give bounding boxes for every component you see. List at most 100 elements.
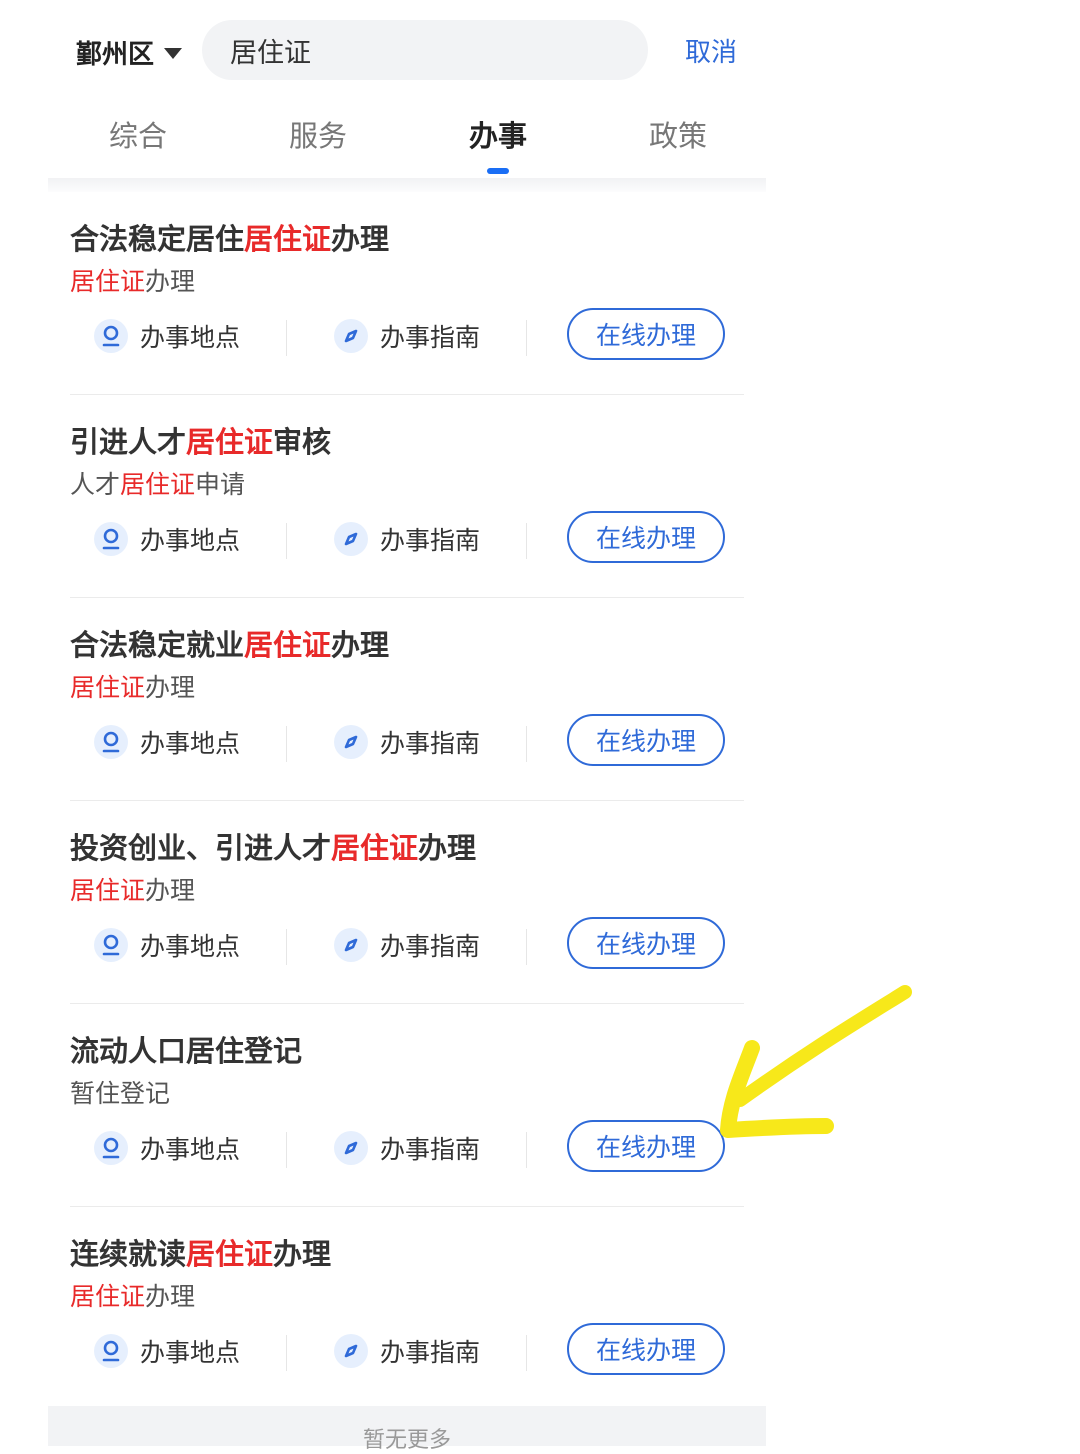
location-pin-icon	[94, 319, 128, 353]
title-text: 办理	[418, 831, 477, 865]
item-title: 合法稳定居住居住证办理	[70, 216, 389, 258]
item-actions: 办事地点 办事指南 在线办理	[70, 306, 746, 366]
title-highlight: 居住证	[331, 831, 419, 865]
item-title: 连续就读居住证办理	[70, 1231, 331, 1273]
title-text: 引进人才	[70, 425, 187, 459]
item-title: 合法稳定就业居住证办理	[70, 622, 389, 664]
cancel-button[interactable]: 取消	[685, 32, 737, 69]
sub-text: 申请	[195, 470, 246, 499]
list-item[interactable]: 合法稳定就业居住证办理 居住证办理 办事地点 办事指南 在线办理	[70, 598, 744, 801]
guide-button[interactable]: 办事指南	[334, 1118, 480, 1178]
tab-affairs-label: 办事	[468, 119, 527, 153]
divider	[526, 726, 527, 762]
tab-affairs[interactable]: 办事	[408, 108, 588, 180]
search-input[interactable]	[230, 20, 630, 80]
guide-button[interactable]: 办事指南	[334, 1321, 480, 1381]
search-results-panel: 鄞州区 取消 综合 服务 办事 政策 合法稳定居住居住证办理 居住证办理 办事地…	[48, 0, 768, 1453]
sub-text: 办理	[145, 876, 196, 905]
sub-highlight: 居住证	[70, 267, 146, 296]
divider	[286, 523, 287, 559]
guide-label: 办事指南	[380, 323, 481, 352]
guide-label: 办事指南	[380, 1338, 481, 1367]
online-apply-button[interactable]: 在线办理	[567, 917, 725, 969]
title-highlight: 居住证	[186, 425, 274, 459]
tabs-divider	[48, 178, 766, 192]
location-pin-icon	[94, 522, 128, 556]
item-actions: 办事地点 办事指南 在线办理	[70, 1321, 746, 1381]
divider	[286, 726, 287, 762]
guide-label: 办事指南	[380, 729, 481, 758]
guide-button[interactable]: 办事指南	[334, 712, 480, 772]
divider	[286, 1335, 287, 1371]
title-highlight: 居住证	[244, 222, 332, 256]
divider	[286, 929, 287, 965]
active-tab-indicator	[487, 168, 509, 174]
divider	[526, 523, 527, 559]
item-actions: 办事地点 办事指南 在线办理	[70, 509, 746, 569]
item-title: 投资创业、引进人才居住证办理	[70, 825, 476, 867]
compass-icon	[334, 522, 368, 556]
divider	[526, 1335, 527, 1371]
list-item[interactable]: 合法稳定居住居住证办理 居住证办理 办事地点 办事指南 在线办理	[70, 192, 744, 395]
item-actions: 办事地点 办事指南 在线办理	[70, 915, 746, 975]
item-subtitle: 居住证办理	[70, 1277, 195, 1313]
top-bar: 鄞州区 取消	[48, 0, 766, 100]
list-item[interactable]: 投资创业、引进人才居住证办理 居住证办理 办事地点 办事指南 在线办理	[70, 801, 744, 1004]
online-apply-button[interactable]: 在线办理	[567, 308, 725, 360]
region-selector[interactable]: 鄞州区	[76, 32, 183, 72]
search-box	[202, 20, 648, 80]
title-text: 合法稳定就业	[70, 628, 245, 662]
guide-button[interactable]: 办事指南	[334, 915, 480, 975]
item-title: 流动人口居住登记	[70, 1028, 302, 1070]
item-title: 引进人才居住证审核	[70, 419, 331, 461]
guide-button[interactable]: 办事指南	[334, 306, 480, 366]
location-button[interactable]: 办事地点	[94, 1321, 240, 1381]
compass-icon	[334, 1334, 368, 1368]
location-label: 办事地点	[140, 1135, 241, 1164]
online-apply-button[interactable]: 在线办理	[567, 1323, 725, 1375]
location-label: 办事地点	[140, 932, 241, 961]
item-subtitle: 居住证办理	[70, 871, 195, 907]
location-button[interactable]: 办事地点	[94, 509, 240, 569]
guide-label: 办事指南	[380, 526, 481, 555]
location-label: 办事地点	[140, 323, 241, 352]
title-text: 办理	[273, 1237, 332, 1271]
tab-policy[interactable]: 政策	[588, 108, 768, 180]
list-item[interactable]: 连续就读居住证办理 居住证办理 办事地点 办事指南 在线办理	[70, 1207, 744, 1409]
compass-icon	[334, 928, 368, 962]
sub-highlight: 居住证	[70, 876, 146, 905]
location-pin-icon	[94, 928, 128, 962]
title-text: 流动人口居住登记	[70, 1034, 303, 1068]
online-apply-button[interactable]: 在线办理	[567, 511, 725, 563]
location-button[interactable]: 办事地点	[94, 915, 240, 975]
location-label: 办事地点	[140, 526, 241, 555]
sub-text: 人才	[70, 470, 121, 499]
location-button[interactable]: 办事地点	[94, 306, 240, 366]
item-subtitle: 暂住登记	[70, 1074, 170, 1110]
title-highlight: 居住证	[244, 628, 332, 662]
location-button[interactable]: 办事地点	[94, 712, 240, 772]
tab-comprehensive[interactable]: 综合	[48, 108, 228, 180]
guide-label: 办事指南	[380, 1135, 481, 1164]
caret-down-icon	[164, 47, 183, 59]
tab-services[interactable]: 服务	[228, 108, 408, 180]
location-label: 办事地点	[140, 1338, 241, 1367]
compass-icon	[334, 725, 368, 759]
compass-icon	[334, 319, 368, 353]
location-label: 办事地点	[140, 729, 241, 758]
guide-button[interactable]: 办事指南	[334, 509, 480, 569]
online-apply-button[interactable]: 在线办理	[567, 714, 725, 766]
location-button[interactable]: 办事地点	[94, 1118, 240, 1178]
title-text: 办理	[331, 222, 390, 256]
list-item[interactable]: 引进人才居住证审核 人才居住证申请 办事地点 办事指南 在线办理	[70, 395, 744, 598]
divider	[526, 320, 527, 356]
sub-text: 办理	[145, 267, 196, 296]
result-list: 合法稳定居住居住证办理 居住证办理 办事地点 办事指南 在线办理 引进人才居住证…	[48, 192, 766, 1409]
title-text: 办理	[331, 628, 390, 662]
sub-text: 办理	[145, 1282, 196, 1311]
sub-highlight: 居住证	[70, 673, 146, 702]
list-item[interactable]: 流动人口居住登记 暂住登记 办事地点 办事指南 在线办理	[70, 1004, 744, 1207]
title-text: 审核	[273, 425, 332, 459]
item-subtitle: 人才居住证申请	[70, 465, 245, 501]
item-subtitle: 居住证办理	[70, 262, 195, 298]
